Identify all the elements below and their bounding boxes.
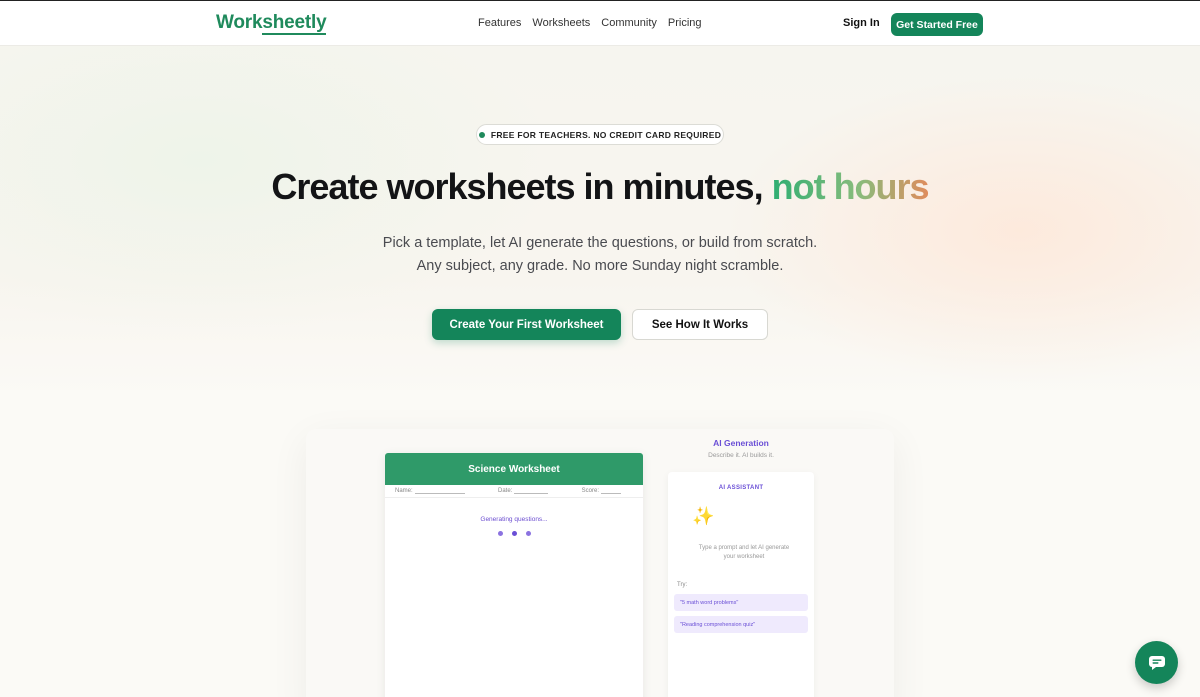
nav-link-pricing[interactable]: Pricing bbox=[668, 17, 702, 29]
nav-links: Features Worksheets Community Pricing bbox=[478, 17, 702, 29]
worksheet-divider bbox=[385, 497, 643, 498]
logo[interactable]: Worksheetly bbox=[216, 12, 327, 35]
ai-generation-title: AI Generation bbox=[713, 438, 769, 448]
worksheet-preview: Science Worksheet Name: Date: Score: Gen… bbox=[385, 453, 643, 697]
suggestion-chip-math[interactable]: "5 math word problems" bbox=[674, 594, 808, 611]
loading-dots-icon bbox=[385, 531, 643, 536]
nav-link-features[interactable]: Features bbox=[478, 17, 521, 29]
chat-button[interactable] bbox=[1135, 641, 1178, 684]
see-how-it-works-button[interactable]: See How It Works bbox=[632, 309, 768, 340]
badge-text: FREE FOR TEACHERS. NO CREDIT CARD REQUIR… bbox=[490, 129, 722, 140]
free-badge: FREE FOR TEACHERS. NO CREDIT CARD REQUIR… bbox=[476, 124, 724, 145]
nav-link-community[interactable]: Community bbox=[601, 17, 657, 29]
generating-status: Generating questions... bbox=[480, 516, 548, 523]
page-title: Create worksheets in minutes, not hours bbox=[0, 166, 1200, 208]
date-label: Date: bbox=[497, 488, 513, 494]
headline-accent: not hours bbox=[771, 166, 930, 207]
get-started-button[interactable]: Get Started Free bbox=[891, 13, 983, 36]
date-field: Date: bbox=[497, 488, 549, 494]
score-line bbox=[600, 488, 621, 494]
create-worksheet-button[interactable]: Create Your First Worksheet bbox=[432, 309, 621, 340]
ai-assistant-panel: AI ASSISTANT ✨ Type a prompt and let AI … bbox=[668, 472, 814, 697]
suggestion-chip-reading[interactable]: "Reading comprehension quiz" bbox=[674, 616, 808, 633]
score-field: Score: bbox=[582, 488, 621, 494]
sign-in-link[interactable]: Sign In bbox=[843, 17, 880, 29]
ai-prompt-hint: Type a prompt and let AI generate your w… bbox=[698, 545, 790, 560]
nav-link-worksheets[interactable]: Worksheets bbox=[532, 17, 590, 29]
logo-suffix: sheetly bbox=[262, 12, 327, 35]
name-line bbox=[414, 488, 465, 494]
try-label: Try: bbox=[677, 582, 688, 588]
headline-main: Create worksheets in minutes, bbox=[271, 166, 763, 207]
badge-dot-icon bbox=[478, 131, 485, 138]
logo-prefix: Work bbox=[216, 12, 263, 33]
date-line bbox=[514, 488, 549, 494]
worksheet-title: Science Worksheet bbox=[385, 453, 643, 485]
score-label: Score: bbox=[581, 488, 599, 494]
hero-subtitle: Pick a template, let AI generate the que… bbox=[382, 235, 818, 274]
ai-generation-subtitle: Describe it. AI builds it. bbox=[708, 452, 774, 459]
sparkles-icon: ✨ bbox=[692, 506, 715, 526]
chat-icon bbox=[1148, 655, 1165, 670]
worksheet-fields: Name: Date: Score: bbox=[385, 485, 643, 494]
name-label: Name: bbox=[395, 488, 413, 494]
ai-assistant-label: AI ASSISTANT bbox=[718, 485, 764, 491]
name-field: Name: bbox=[395, 488, 465, 494]
top-nav: Worksheetly Features Worksheets Communit… bbox=[0, 0, 1200, 46]
